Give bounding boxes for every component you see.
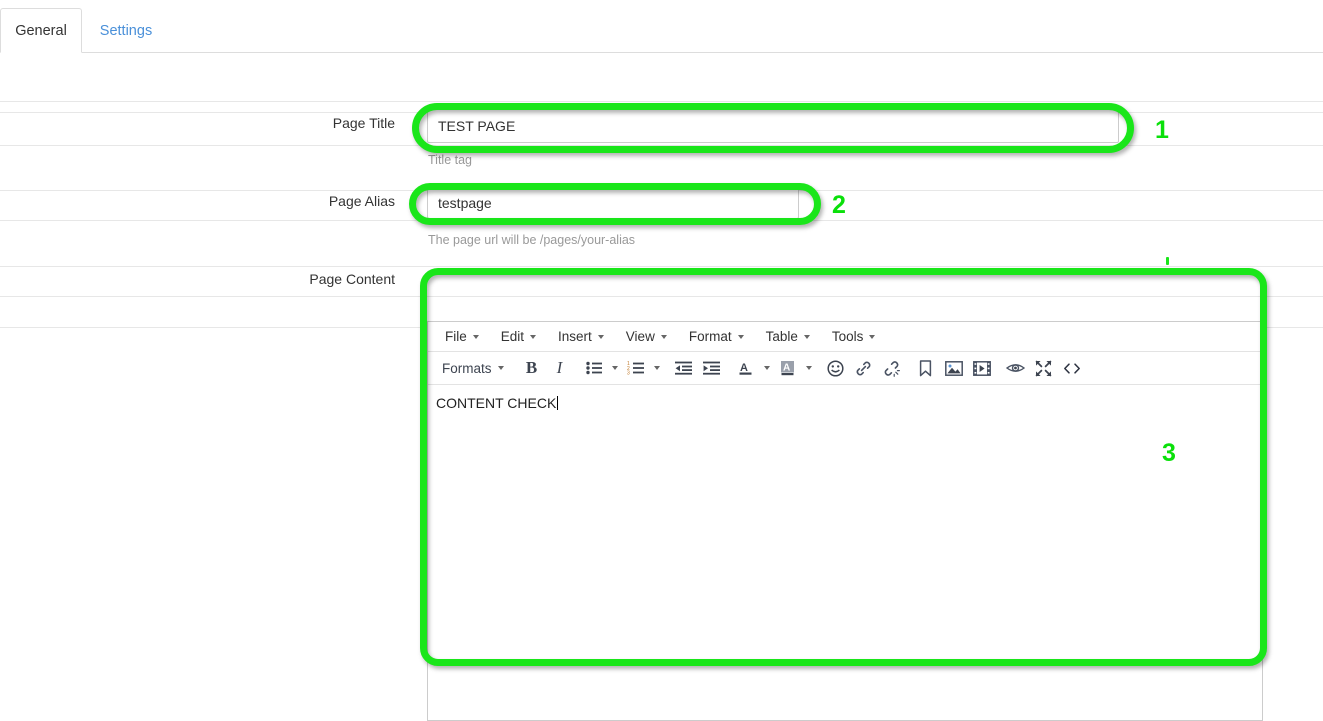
page-title-label: Page Title — [230, 114, 395, 132]
annotation-number-1: 1 — [1155, 116, 1169, 145]
background-color-options[interactable] — [802, 355, 816, 381]
page-alias-label: Page Alias — [230, 192, 395, 210]
formats-dropdown[interactable]: Formats — [434, 355, 512, 381]
link-icon — [855, 360, 872, 377]
chevron-down-icon — [764, 366, 770, 370]
menu-tools-label: Tools — [832, 329, 864, 344]
outdent-button[interactable] — [670, 355, 698, 381]
menu-file[interactable]: File — [434, 326, 490, 347]
editor-toolbar: Formats B I — [428, 352, 1262, 385]
menu-format[interactable]: Format — [678, 326, 755, 347]
row-divider — [0, 101, 1323, 102]
numbered-list-button[interactable]: 1 2 3 — [622, 355, 650, 381]
menu-edit[interactable]: Edit — [490, 326, 547, 347]
insert-link-button[interactable] — [850, 355, 878, 381]
text-color-options[interactable] — [760, 355, 774, 381]
bold-button[interactable]: B — [518, 355, 546, 381]
chevron-down-icon — [498, 366, 504, 370]
menu-insert-label: Insert — [558, 329, 592, 344]
image-icon — [945, 361, 963, 376]
eye-icon — [1006, 361, 1025, 375]
menu-table[interactable]: Table — [755, 326, 821, 347]
chevron-down-icon — [804, 335, 810, 339]
chevron-down-icon — [473, 335, 479, 339]
menu-tools[interactable]: Tools — [821, 326, 887, 347]
page-title-help: Title tag — [428, 152, 472, 168]
unlink-icon — [883, 360, 900, 377]
emoticon-button[interactable] — [822, 355, 850, 381]
text-color-icon: A — [738, 360, 754, 376]
menu-format-label: Format — [689, 329, 732, 344]
insert-image-button[interactable] — [940, 355, 968, 381]
text-color-button[interactable]: A — [732, 355, 760, 381]
chevron-down-icon — [612, 366, 618, 370]
bullet-list-options[interactable] — [608, 355, 622, 381]
chevron-down-icon — [738, 335, 744, 339]
indent-icon — [703, 361, 720, 375]
numbered-list-options[interactable] — [650, 355, 664, 381]
row-divider — [0, 266, 1323, 267]
text-cursor — [557, 396, 558, 410]
chevron-down-icon — [661, 335, 667, 339]
menu-view-label: View — [626, 329, 655, 344]
bullet-list-button[interactable] — [580, 355, 608, 381]
chevron-down-icon — [530, 335, 536, 339]
chevron-down-icon — [869, 335, 875, 339]
tab-settings[interactable]: Settings — [82, 8, 170, 53]
bold-icon: B — [526, 358, 537, 378]
insert-media-button[interactable] — [968, 355, 996, 381]
menu-file-label: File — [445, 329, 467, 344]
menu-edit-label: Edit — [501, 329, 524, 344]
svg-text:A: A — [740, 362, 748, 374]
code-icon — [1063, 362, 1081, 375]
unlink-button[interactable] — [878, 355, 906, 381]
italic-icon: I — [557, 358, 563, 378]
menu-view[interactable]: View — [615, 326, 678, 347]
tab-strip: General Settings — [0, 0, 1323, 53]
page-alias-help: The page url will be /pages/your-alias — [428, 232, 635, 248]
formats-dropdown-label: Formats — [442, 361, 492, 376]
editor-content-text: CONTENT CHECK — [436, 395, 556, 411]
source-code-button[interactable] — [1058, 355, 1086, 381]
row-divider — [0, 145, 1323, 146]
page-content-label: Page Content — [230, 270, 395, 288]
menu-insert[interactable]: Insert — [547, 326, 615, 347]
tab-general-label: General — [15, 23, 67, 39]
media-icon — [973, 361, 991, 376]
anchor-button[interactable] — [912, 355, 940, 381]
fullscreen-icon — [1035, 360, 1052, 377]
outdent-icon — [675, 361, 692, 375]
svg-text:3: 3 — [627, 370, 630, 375]
bullet-list-icon — [586, 361, 602, 375]
annotation-number-3: 3 — [1162, 439, 1176, 468]
chevron-down-icon — [598, 335, 604, 339]
annotation-number-2: 2 — [832, 191, 846, 220]
preview-button[interactable] — [1002, 355, 1030, 381]
rich-text-editor: File Edit Insert View Format Table — [427, 321, 1263, 721]
editor-menubar: File Edit Insert View Format Table — [428, 322, 1262, 352]
page-title-input[interactable] — [427, 109, 1119, 143]
background-color-icon: A — [780, 360, 796, 376]
italic-button[interactable]: I — [546, 355, 574, 381]
row-divider — [0, 220, 1323, 221]
smiley-icon — [827, 360, 844, 377]
numbered-list-icon: 1 2 3 — [627, 361, 644, 375]
indent-button[interactable] — [698, 355, 726, 381]
tab-settings-label: Settings — [100, 23, 152, 39]
row-divider — [0, 296, 1323, 297]
annotation-tick-mark — [1166, 257, 1169, 265]
chevron-down-icon — [654, 366, 660, 370]
background-color-button[interactable]: A — [774, 355, 802, 381]
chevron-down-icon — [806, 366, 812, 370]
menu-table-label: Table — [766, 329, 798, 344]
editor-content-area[interactable]: CONTENT CHECK — [428, 385, 1262, 421]
tab-general[interactable]: General — [0, 8, 82, 53]
page-edit-form: Page Title Title tag Page Alias The page… — [0, 53, 1323, 687]
page-alias-input[interactable] — [427, 187, 799, 219]
svg-text:A: A — [783, 363, 790, 374]
fullscreen-button[interactable] — [1030, 355, 1058, 381]
bookmark-icon — [919, 360, 932, 377]
